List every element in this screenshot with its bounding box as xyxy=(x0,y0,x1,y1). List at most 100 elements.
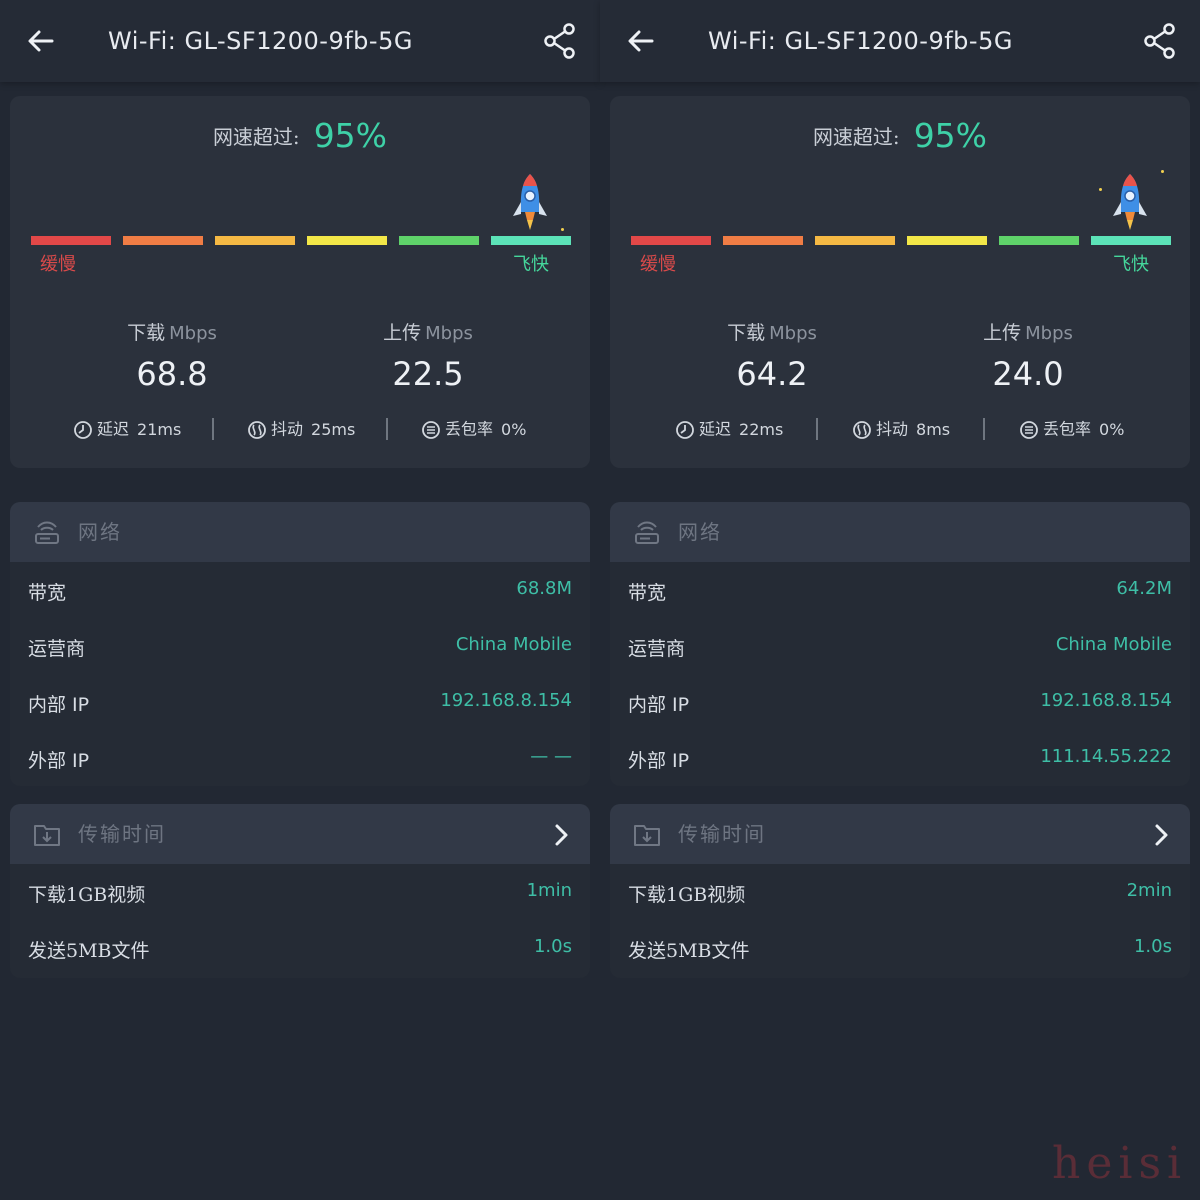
jitter-icon xyxy=(248,420,266,439)
packet-loss-stat: 丢包率 0% xyxy=(1019,414,1124,444)
percentile-value: 95% xyxy=(313,116,388,155)
network-section-header: 网络 xyxy=(10,502,590,562)
video-download-row: 下载1GB视频 2min xyxy=(610,866,1190,922)
bandwidth-row: 带宽 64.2M xyxy=(610,564,1190,620)
fast-label: 飞快 xyxy=(1113,254,1149,275)
speed-segment-6 xyxy=(1091,236,1171,245)
slow-label: 缓慢 xyxy=(40,254,76,275)
jitter-value: 8ms xyxy=(916,419,951,439)
jitter-stat: 抖动 25ms xyxy=(247,414,355,444)
carrier-row: 运营商 China Mobile xyxy=(610,620,1190,676)
packet-loss-stat: 丢包率 0% xyxy=(421,414,526,444)
speed-segment-1 xyxy=(631,236,711,245)
jitter-label: 抖动 xyxy=(876,419,909,439)
latency-icon xyxy=(676,420,694,439)
download-metric: 下载 Mbps 64.2 xyxy=(672,318,872,393)
download-metric: 下载 Mbps 68.8 xyxy=(72,318,272,393)
network-section-title: 网络 xyxy=(678,520,722,544)
internal-ip-value: 192.168.8.154 xyxy=(1040,690,1172,711)
external-ip-label-text: 外部 xyxy=(28,750,67,772)
speed-segment-4 xyxy=(907,236,987,245)
transfer-section-title: 传输时间 xyxy=(78,822,166,846)
bandwidth-label: 带宽 xyxy=(28,582,67,604)
speed-segment-6 xyxy=(491,236,571,245)
download-label: 下载 xyxy=(727,322,766,344)
latency-stat: 延迟 22ms xyxy=(675,414,783,444)
bandwidth-row: 带宽 68.8M xyxy=(10,564,590,620)
jitter-icon xyxy=(853,420,871,439)
bandwidth-value: 64.2M xyxy=(1116,578,1172,599)
download-unit: Mbps xyxy=(169,323,217,344)
upload-metric: 上传 Mbps 22.5 xyxy=(328,318,528,393)
watermark-text: heisi xyxy=(1052,1138,1188,1189)
percentile-label: 网速超过: xyxy=(812,125,900,149)
latency-label: 延迟 xyxy=(699,419,732,439)
carrier-value: China Mobile xyxy=(1055,634,1172,655)
upload-value: 24.0 xyxy=(992,355,1064,393)
chevron-right-icon[interactable] xyxy=(1150,822,1172,848)
page-title: Wi-Fi: GL-SF1200-9fb-5G xyxy=(108,27,413,55)
network-section-title: 网络 xyxy=(78,520,122,544)
speed-scale-bar xyxy=(31,236,571,245)
speed-summary-card: 网速超过: 95% 缓慢 飞快 下载 Mbps 64.2 上传 Mbps 24.… xyxy=(610,96,1190,468)
stat-divider xyxy=(212,418,214,440)
external-ip-label: 外部 IP xyxy=(28,746,89,773)
chevron-right-icon[interactable] xyxy=(550,822,572,848)
file-send-label: 发送5MB文件 xyxy=(628,940,750,962)
jitter-value: 25ms xyxy=(311,419,356,439)
speed-segment-5 xyxy=(999,236,1079,245)
app-header: Wi-Fi: GL-SF1200-9fb-5G xyxy=(600,0,1200,82)
download-value: 68.8 xyxy=(136,355,208,393)
upload-label: 上传 xyxy=(383,322,422,344)
sparkle-dot xyxy=(1099,188,1102,191)
percentile-value: 95% xyxy=(913,116,988,155)
file-send-value: 1.0s xyxy=(1133,936,1172,957)
router-icon xyxy=(35,521,59,544)
external-ip-row: 外部 IP 111.14.55.222 xyxy=(610,732,1190,786)
video-download-label: 下载1GB视频 xyxy=(628,884,746,906)
latency-value: 22ms xyxy=(739,419,784,439)
quality-stats: 延迟 22ms 抖动 8ms 丢包率 0% xyxy=(610,414,1190,444)
external-ip-label-suffix: IP xyxy=(672,750,690,772)
upload-label: 上传 xyxy=(983,322,1022,344)
external-ip-row: 外部 IP — — xyxy=(10,732,590,786)
internal-ip-label-suffix: IP xyxy=(72,694,90,716)
jitter-stat: 抖动 8ms xyxy=(852,414,950,444)
rocket-icon xyxy=(513,174,547,230)
carrier-value: China Mobile xyxy=(455,634,572,655)
download-label: 下载 xyxy=(127,322,166,344)
share-icon[interactable] xyxy=(543,22,577,60)
network-section-header: 网络 xyxy=(610,502,1190,562)
speed-segment-3 xyxy=(815,236,895,245)
latency-value: 21ms xyxy=(137,419,182,439)
transfer-section-title: 传输时间 xyxy=(678,822,766,846)
bandwidth-label: 带宽 xyxy=(628,582,667,604)
speed-segment-5 xyxy=(399,236,479,245)
packet-loss-value: 0% xyxy=(1099,419,1125,439)
internal-ip-label: 内部 IP xyxy=(28,690,89,717)
carrier-row: 运营商 China Mobile xyxy=(10,620,590,676)
stat-divider xyxy=(816,418,818,440)
share-icon[interactable] xyxy=(1143,22,1177,60)
download-value: 64.2 xyxy=(736,355,808,393)
carrier-label: 运营商 xyxy=(628,638,686,660)
folder-download-icon xyxy=(34,825,60,846)
video-download-value: 1min xyxy=(526,880,572,901)
speed-segment-2 xyxy=(723,236,803,245)
speed-segment-4 xyxy=(307,236,387,245)
video-download-value: 2min xyxy=(1126,880,1172,901)
internal-ip-label-text: 内部 xyxy=(28,694,67,716)
transfer-section-header[interactable]: 传输时间 xyxy=(610,804,1190,864)
arrow-left-icon[interactable] xyxy=(24,24,58,58)
internal-ip-label: 内部 IP xyxy=(628,690,689,717)
page-title: Wi-Fi: GL-SF1200-9fb-5G xyxy=(708,27,1013,55)
percentile-label: 网速超过: xyxy=(212,125,300,149)
packet-loss-label: 丢包率 xyxy=(1043,419,1092,439)
external-ip-value: — — xyxy=(530,746,572,767)
sparkle-dot xyxy=(561,228,564,231)
transfer-time-section: 传输时间 下载1GB视频 2min 发送5MB文件 1.0s xyxy=(610,804,1190,978)
internal-ip-label-suffix: IP xyxy=(672,694,690,716)
transfer-section-header[interactable]: 传输时间 xyxy=(10,804,590,864)
arrow-left-icon[interactable] xyxy=(624,24,658,58)
video-download-label: 下载1GB视频 xyxy=(28,884,146,906)
